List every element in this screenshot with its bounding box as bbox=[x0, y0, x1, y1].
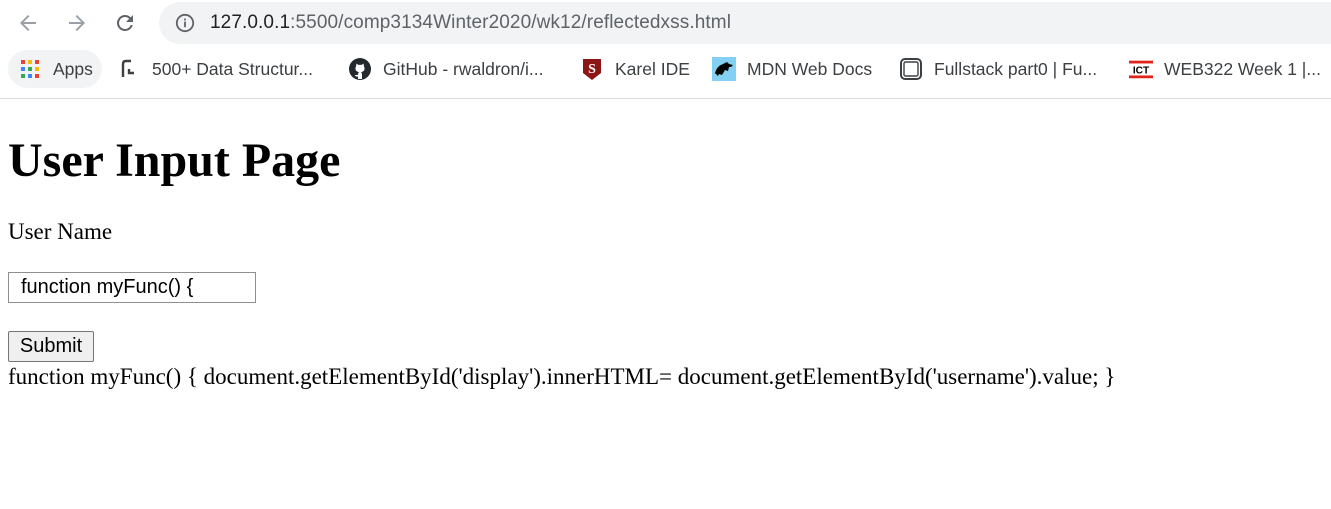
bookmark-label: WEB322 Week 1 |... bbox=[1164, 58, 1321, 79]
bookmark-web322[interactable]: ICT WEB322 Week 1 |... bbox=[1129, 50, 1321, 88]
reload-button[interactable] bbox=[110, 8, 140, 38]
bookmark-karel-ide[interactable]: S Karel IDE bbox=[580, 50, 690, 88]
back-button[interactable] bbox=[13, 8, 43, 38]
url-text[interactable]: 127.0.0.1:5500/comp3134Winter2020/wk12/r… bbox=[210, 12, 731, 34]
forward-button[interactable] bbox=[62, 8, 92, 38]
reload-icon bbox=[117, 15, 133, 31]
page-title: User Input Page bbox=[8, 134, 341, 187]
bookmark-apps[interactable]: Apps bbox=[8, 50, 102, 88]
url-host: 127.0.0.1 bbox=[210, 12, 291, 33]
url-path: :5500/comp3134Winter2020/wk12/reflectedx… bbox=[290, 12, 732, 33]
apps-grid-icon bbox=[18, 57, 42, 81]
arrow-right-icon bbox=[69, 15, 85, 31]
bookmark-label: Karel IDE bbox=[615, 58, 690, 79]
bookmark-label: MDN Web Docs bbox=[747, 58, 873, 79]
bracket-icon bbox=[117, 57, 141, 81]
browser-toolbar: 127.0.0.1:5500/comp3134Winter2020/wk12/r… bbox=[0, 0, 1331, 46]
github-icon bbox=[348, 57, 372, 81]
display-output: function myFunc() { document.getElementB… bbox=[8, 364, 1116, 389]
window-icon bbox=[899, 57, 923, 81]
ict-icon: ICT bbox=[1129, 57, 1153, 81]
svg-text:ICT: ICT bbox=[1133, 66, 1150, 77]
bookmark-label: Fullstack part0 | Fu... bbox=[934, 58, 1098, 79]
page-content: User Input Page User Name Submit functio… bbox=[8, 99, 1331, 509]
bookmark-fullstack[interactable]: Fullstack part0 | Fu... bbox=[899, 50, 1097, 88]
username-input[interactable] bbox=[8, 272, 256, 303]
info-icon[interactable] bbox=[175, 13, 195, 33]
bookmark-github[interactable]: GitHub - rwaldron/i... bbox=[348, 50, 543, 88]
username-label: User Name bbox=[8, 219, 113, 244]
bookmark-mdn[interactable]: MDN Web Docs bbox=[712, 50, 872, 88]
submit-button[interactable]: Submit bbox=[8, 331, 94, 362]
svg-text:S: S bbox=[588, 62, 596, 77]
bookmark-label: 500+ Data Structur... bbox=[152, 58, 313, 79]
mdn-icon bbox=[712, 57, 736, 81]
stanford-icon: S bbox=[580, 57, 604, 81]
bookmark-label: Apps bbox=[53, 58, 93, 79]
bookmark-label: GitHub - rwaldron/i... bbox=[383, 58, 544, 79]
address-bar[interactable]: 127.0.0.1:5500/comp3134Winter2020/wk12/r… bbox=[159, 2, 1331, 44]
arrow-left-icon bbox=[20, 15, 36, 31]
bookmark-data-structures[interactable]: 500+ Data Structur... bbox=[117, 50, 313, 88]
bookmarks-bar: Apps 500+ Data Structur... GitHub - rwal… bbox=[0, 46, 1331, 99]
